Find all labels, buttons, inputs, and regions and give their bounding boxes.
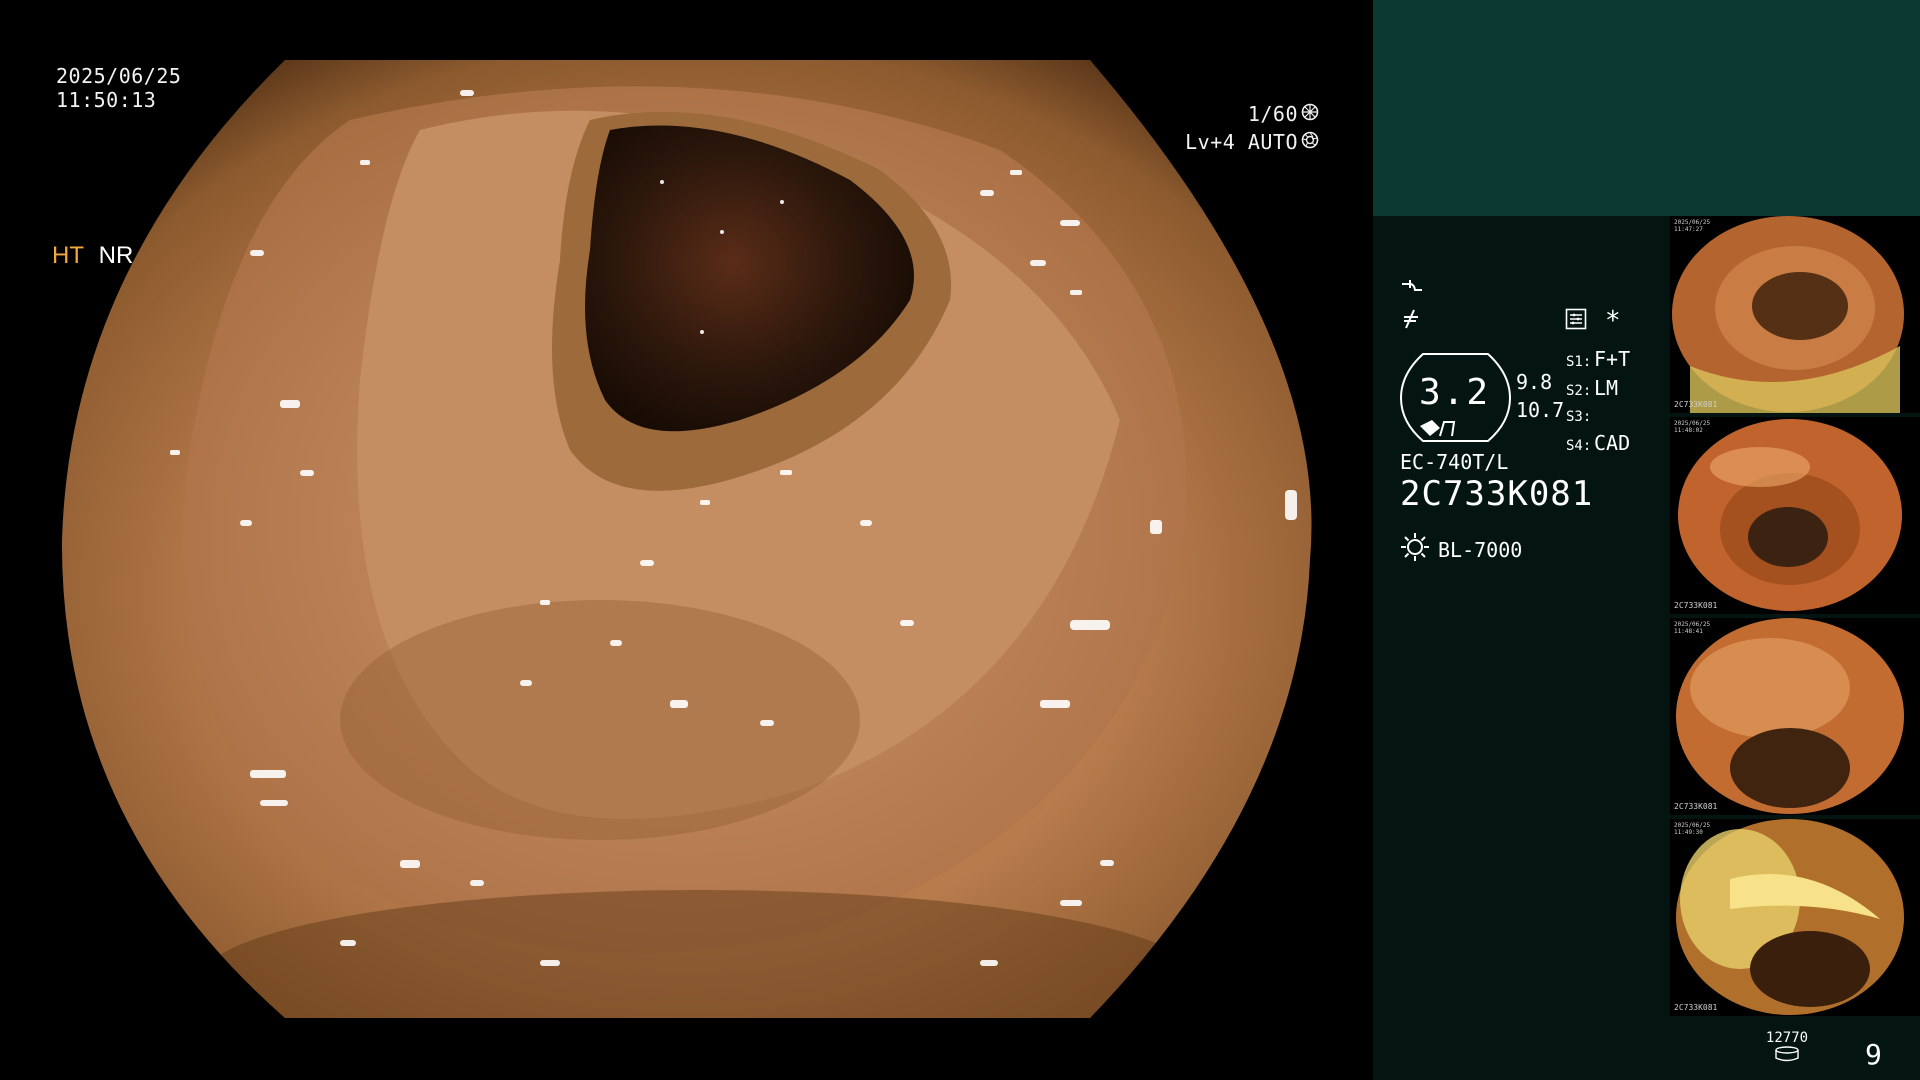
shutter-text: 1/60: [1247, 102, 1298, 126]
switch-row-s4: S4: CAD: [1566, 431, 1631, 455]
enhancement-curve-icon: [1400, 278, 1424, 302]
endoscopic-image: [61, 60, 1312, 1018]
page-number: 9: [1865, 1038, 1882, 1071]
zoom-value: 3.2: [1418, 372, 1491, 413]
thumbnail-strip: 2025/06/25 11:47:27 2C733K081 2025/06/25 1…: [1670, 216, 1920, 1020]
shutter-line: 1/60: [0, 100, 1319, 128]
exposure-readout: 1/60 Lv+4 AUTO: [0, 100, 1319, 156]
thumbnail-date: 2025/06/25 11:47:27: [1674, 219, 1711, 233]
mode-nr-label: NR: [98, 242, 134, 269]
thumbnail-date: 2025/06/25 11:48:41: [1674, 621, 1711, 635]
thumbnail-date: 2025/06/25 11:48:02: [1674, 420, 1711, 434]
thumbnail-2[interactable]: 2025/06/25 11:48:02 2C733K081: [1670, 417, 1920, 614]
brightness-line: Lv+4 AUTO: [0, 128, 1319, 156]
thumbnail-1[interactable]: 2025/06/25 11:47:27 2C733K081: [1670, 216, 1920, 413]
panel-header-area: [1373, 0, 1920, 216]
image-mode-indicator: HT NR: [52, 242, 133, 270]
shutter-icon: [1301, 102, 1319, 126]
mode-ht-label: HT: [52, 242, 84, 269]
switch-assignments: S1: F+T S2: LM S3: S4: CAD: [1566, 346, 1630, 459]
side-value-2: 10.7: [1516, 398, 1565, 422]
iris-icon: [1301, 130, 1319, 154]
sun-icon: [1400, 532, 1430, 567]
scope-serial: 2C733K081: [1400, 474, 1594, 514]
brightness-text: Lv+4 AUTO: [1185, 130, 1298, 154]
menu-box-icon: [1565, 308, 1587, 334]
thumbnail-date: 2025/06/25 11:49:30: [1674, 822, 1711, 836]
thumbnail-3[interactable]: 2025/06/25 11:48:41 2C733K081: [1670, 618, 1920, 815]
storage-counter: 12770: [1763, 1030, 1811, 1066]
thumbnail-4[interactable]: 2025/06/25 11:49:30 2C733K081: [1670, 819, 1920, 1016]
scope-model: EC-740T/L: [1400, 450, 1509, 474]
storage-count: 12770: [1765, 1030, 1809, 1046]
switch-row-s2: S2: LM: [1566, 376, 1619, 400]
settings-indicator-row: *: [1565, 308, 1621, 334]
light-source-row: BL-7000: [1400, 532, 1522, 567]
thumbnail-label: 2C733K081: [1674, 802, 1718, 811]
thumbnail-label: 2C733K081: [1674, 601, 1718, 610]
thumbnail-label: 2C733K081: [1674, 1003, 1718, 1012]
light-source-text: BL-7000: [1438, 537, 1523, 562]
endoscope-view: 2025/06/25 11:50:13 1/60 Lv+4 AUTO: [0, 0, 1373, 1080]
side-value-1: 9.8: [1516, 370, 1553, 394]
date-text: 2025/06/25: [56, 64, 182, 88]
storage-icon: [1774, 1046, 1800, 1066]
switch-row-s3: S3:: [1566, 409, 1592, 425]
side-values: 9.8 10.7: [1516, 368, 1564, 424]
thumbnail-label: 2C733K081: [1674, 400, 1718, 409]
switch-row-s1: S1: F+T: [1566, 347, 1631, 371]
asterisk-indicator: *: [1605, 306, 1621, 336]
filter-icon: [1400, 308, 1424, 334]
